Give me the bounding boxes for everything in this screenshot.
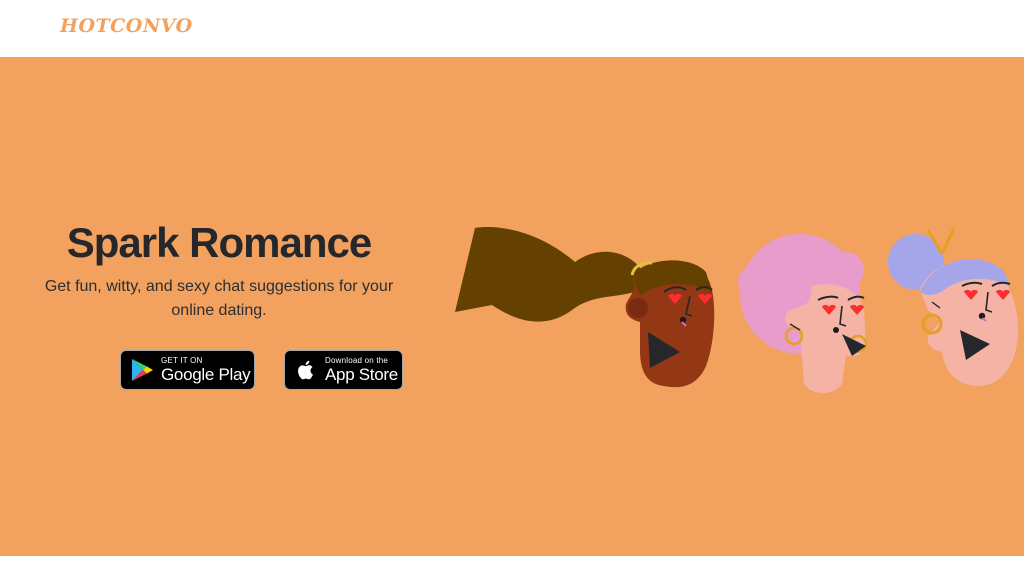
google-play-icon — [132, 359, 153, 381]
app-store-text: Download on the App Store — [325, 356, 398, 384]
bottom-strip — [0, 556, 1024, 576]
top-nav: HOTCONVO — [0, 0, 1024, 57]
google-play-button[interactable]: GET IT ON Google Play — [120, 350, 255, 390]
hero-copy: Spark Romance Get fun, witty, and sexy c… — [40, 217, 398, 323]
face-lavender-bun — [888, 227, 1018, 386]
app-store-button[interactable]: Download on the App Store — [284, 350, 403, 390]
google-play-big-label: Google Play — [161, 365, 251, 384]
hero-headline: Spark Romance — [66, 219, 372, 266]
apple-icon — [298, 360, 313, 380]
hero-section: Spark Romance Get fun, witty, and sexy c… — [0, 57, 1024, 556]
three-faces-in-love-illustration — [455, 227, 1018, 393]
app-store-small-label: Download on the — [325, 356, 389, 365]
brand-logo[interactable]: HOTCONVO — [60, 15, 193, 37]
face-pink-afro — [738, 234, 868, 393]
google-play-small-label: GET IT ON — [161, 356, 203, 365]
app-store-big-label: App Store — [325, 365, 398, 384]
face-ponytail — [455, 227, 715, 388]
hero-subtitle: Get fun, witty, and sexy chat suggestion… — [44, 278, 394, 319]
google-play-text: GET IT ON Google Play — [161, 356, 251, 384]
